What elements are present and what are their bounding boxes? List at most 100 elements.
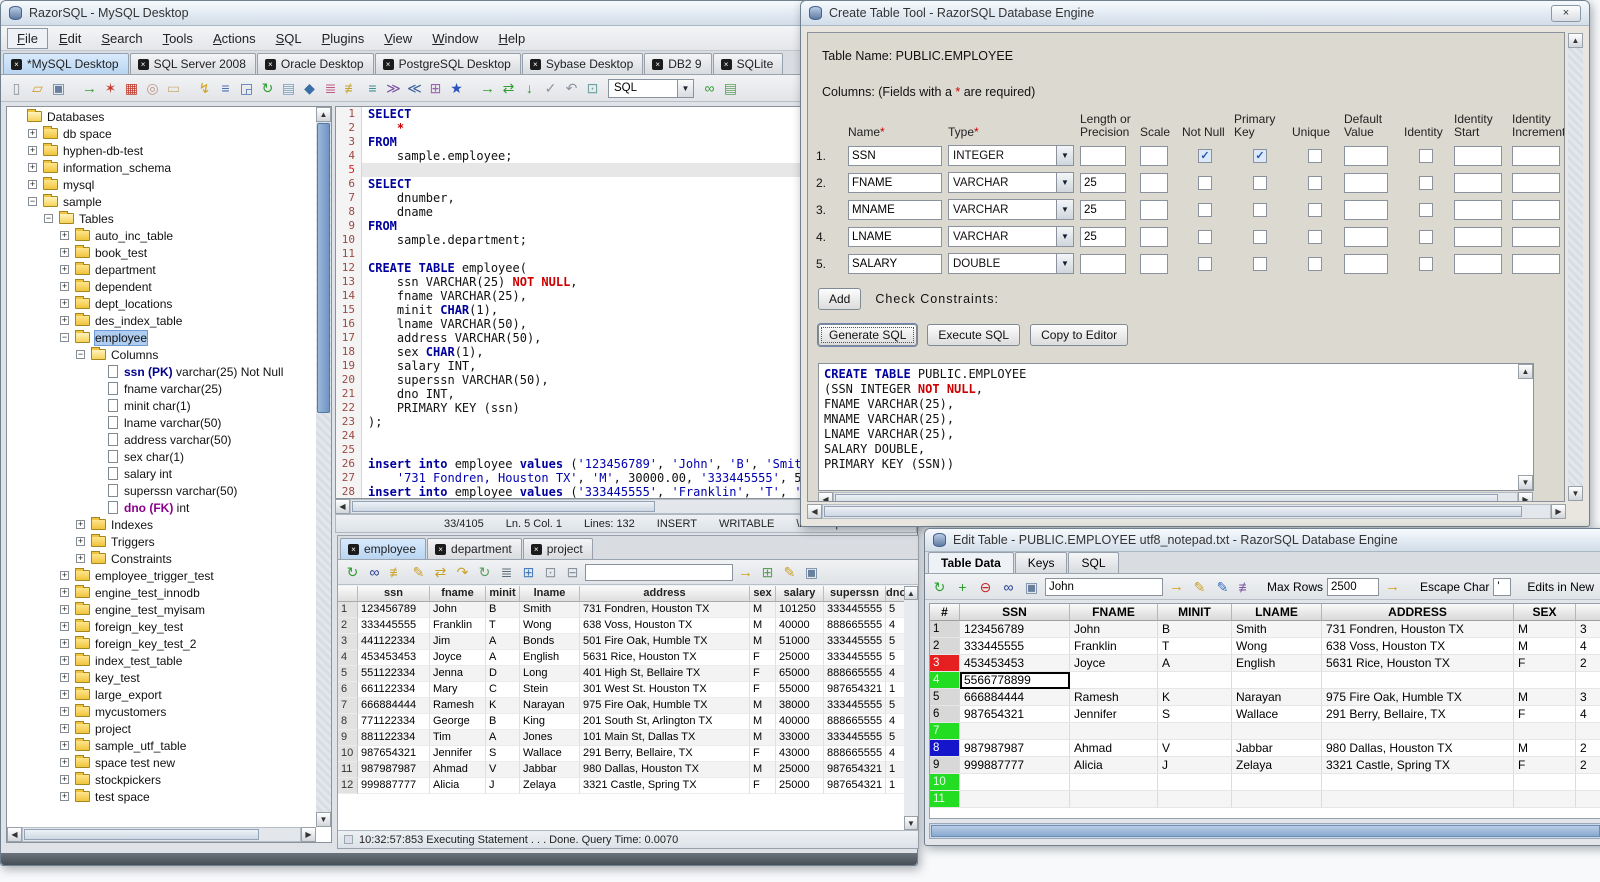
cell[interactable] <box>1232 791 1322 808</box>
cell[interactable]: 5 <box>886 602 904 618</box>
cell[interactable]: 1 <box>886 778 904 794</box>
cell[interactable]: 25000 <box>776 762 824 778</box>
cell[interactable]: Jabbar <box>520 762 580 778</box>
cell[interactable]: 441122334 <box>358 634 430 650</box>
cell[interactable]: 25000 <box>776 778 824 794</box>
chevron-down-icon[interactable]: ▼ <box>1056 254 1073 273</box>
cell[interactable]: A <box>486 730 520 746</box>
cell[interactable]: Zelaya <box>1232 757 1322 774</box>
identity-increment-input[interactable] <box>1512 253 1560 274</box>
cell[interactable]: 33000 <box>776 730 824 746</box>
tree-item[interactable]: fname varchar(25) <box>8 380 315 397</box>
cell[interactable]: English <box>520 650 580 666</box>
cell[interactable]: 666884444 <box>358 698 430 714</box>
tree-item[interactable]: + dept_locations <box>8 295 315 312</box>
connection-tab[interactable]: × Oracle Desktop <box>256 53 374 74</box>
execute-sql-button[interactable]: Execute SQL <box>927 324 1021 346</box>
column-header-ssn[interactable]: ssn <box>358 586 430 602</box>
cell[interactable]: 638 Voss, Houston TX <box>1322 638 1514 655</box>
length-input[interactable] <box>1080 172 1126 193</box>
view-icon[interactable]: ∞ <box>999 577 1018 596</box>
cell[interactable]: Joyce <box>430 650 486 666</box>
connect-icon[interactable]: → <box>80 79 99 98</box>
cell[interactable] <box>1514 672 1576 689</box>
cell[interactable]: Narayan <box>520 698 580 714</box>
cell[interactable]: 3321 Castle, Spring TX <box>1322 757 1514 774</box>
db-info-icon[interactable]: ◎ <box>143 79 162 98</box>
cell[interactable]: Jim <box>430 634 486 650</box>
cell[interactable]: K <box>1158 689 1232 706</box>
tree-scroll-right-icon[interactable]: ▶ <box>301 827 316 842</box>
format3-icon[interactable]: ≫ <box>384 79 403 98</box>
recycle-icon[interactable]: ↻ <box>475 563 494 582</box>
escape-char-input[interactable] <box>1493 577 1512 596</box>
clipboard-icon[interactable]: ⊡ <box>583 79 602 98</box>
close-tab-icon[interactable]: × <box>530 543 542 555</box>
tree-vscroll-thumb[interactable] <box>317 123 330 413</box>
primary-key-checkbox[interactable] <box>1253 202 1267 217</box>
tree-item[interactable]: + department <box>8 261 315 278</box>
cell[interactable]: 3321 Castle, Spring TX <box>580 778 750 794</box>
tree-item[interactable]: + mycustomers <box>8 703 315 720</box>
cell[interactable]: 333445555 <box>960 638 1070 655</box>
menu-search[interactable]: Search <box>92 29 151 48</box>
dialog-vscrollbar[interactable] <box>1568 48 1583 486</box>
fetch-icon[interactable]: ↓ <box>520 79 539 98</box>
column-header-superssn[interactable]: superssn <box>824 586 886 602</box>
table-row[interactable]: 1 123456789 John B Smith 731 Fondren, Houston… <box>930 621 1600 638</box>
close-icon[interactable]: × <box>1551 4 1581 22</box>
tree-item[interactable]: + Triggers <box>8 533 315 550</box>
cell[interactable]: 888665555 <box>824 618 886 634</box>
scale-input[interactable] <box>1140 199 1168 220</box>
cell[interactable]: 5 <box>886 730 904 746</box>
expand-icon[interactable]: + <box>60 724 69 733</box>
cell[interactable]: 771122334 <box>358 714 430 730</box>
sql-scroll-right-icon[interactable]: ▶ <box>1518 492 1533 501</box>
dialog-scroll-right-icon[interactable]: ▶ <box>1551 504 1566 519</box>
cell[interactable]: 291 Berry, Bellaire, TX <box>580 746 750 762</box>
cell[interactable]: 301 West St. Houston TX <box>580 682 750 698</box>
go-icon[interactable]: → <box>1167 577 1186 596</box>
copy-to-editor-button[interactable]: Copy to Editor <box>1030 324 1129 346</box>
cell[interactable] <box>1514 723 1576 740</box>
tree-item[interactable]: + auto_inc_table <box>8 227 315 244</box>
column-header-MINIT[interactable]: MINIT <box>1158 604 1232 621</box>
default-value-input[interactable] <box>1344 145 1388 166</box>
default-value-input[interactable] <box>1344 199 1388 220</box>
tree-hscrollbar[interactable] <box>22 827 301 842</box>
identity-checkbox[interactable] <box>1419 175 1433 190</box>
cell[interactable]: F <box>750 682 776 698</box>
tree-item[interactable]: − Tables <box>8 210 315 227</box>
cell[interactable]: M <box>750 714 776 730</box>
menu-file[interactable]: File <box>7 27 48 49</box>
cell[interactable]: 40000 <box>776 714 824 730</box>
tree-item[interactable]: − employee <box>8 329 315 346</box>
menu-help[interactable]: Help <box>489 29 534 48</box>
cell[interactable]: Franklin <box>1070 638 1158 655</box>
tree-scroll-down-icon[interactable]: ▼ <box>316 812 331 827</box>
collapse-icon[interactable] <box>344 835 353 844</box>
cell[interactable]: 881122334 <box>358 730 430 746</box>
cell[interactable] <box>1158 791 1232 808</box>
tree-scroll-up-icon[interactable]: ▲ <box>316 107 331 122</box>
cell[interactable]: B <box>1158 621 1232 638</box>
cell[interactable] <box>1070 774 1158 791</box>
dialog-scroll-down-icon[interactable]: ▼ <box>1568 486 1583 501</box>
cell[interactable]: Ahmad <box>1070 740 1158 757</box>
primary-key-checkbox[interactable] <box>1253 256 1267 271</box>
close-tab-icon[interactable]: × <box>720 58 732 70</box>
cell[interactable]: 666884444 <box>960 689 1070 706</box>
table-row[interactable]: 6 661122334 Mary C Stein 301 West St. Houston… <box>338 682 904 698</box>
cell[interactable] <box>1070 723 1158 740</box>
connection-tab[interactable]: × SQL Server 2008 <box>129 53 256 74</box>
menu-view[interactable]: View <box>375 29 421 48</box>
cell[interactable]: Jennifer <box>1070 706 1158 723</box>
cell[interactable]: D <box>486 666 520 682</box>
connection-tab[interactable]: × SQLite <box>712 53 784 74</box>
cell[interactable]: Jenna <box>430 666 486 682</box>
table-row[interactable]: 5 666884444 Ramesh K Narayan 975 Fire Oak, Hu… <box>930 689 1600 706</box>
bolt-icon[interactable]: ↯ <box>195 79 214 98</box>
table-row[interactable]: 10 <box>930 774 1600 791</box>
column-header-FNAME[interactable]: FNAME <box>1070 604 1158 621</box>
column-type-select[interactable]: DOUBLE ▼ <box>948 253 1074 274</box>
